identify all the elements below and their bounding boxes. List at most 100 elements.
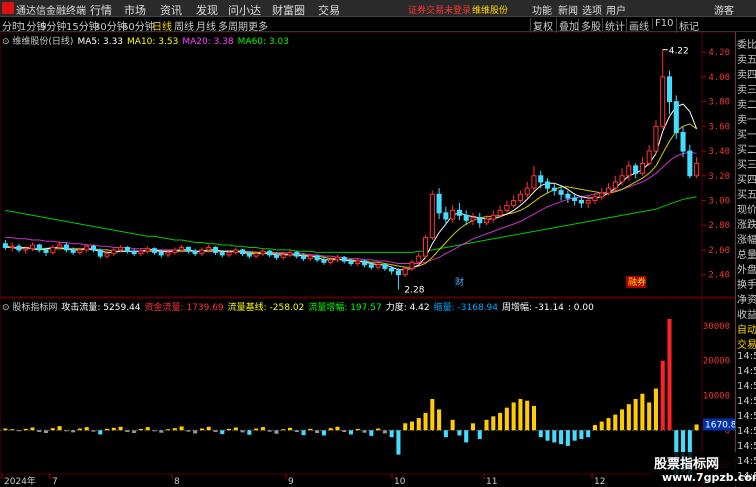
indicator-bar — [118, 426, 123, 431]
toolbar-button[interactable]: F10 — [652, 18, 673, 29]
current-stock-name[interactable]: 维维股份 — [472, 3, 508, 16]
indicator-bar — [531, 405, 537, 431]
indicator-bar — [159, 430, 164, 433]
period-tab[interactable]: 分时 — [2, 18, 22, 33]
right-menu-item[interactable]: 选项 — [582, 2, 602, 17]
candle-body — [599, 192, 605, 198]
menu-item[interactable]: 资讯 — [160, 2, 182, 18]
period-tab[interactable]: 周线 — [174, 18, 194, 33]
candle-body — [456, 209, 462, 216]
indicator-bar — [626, 404, 631, 431]
orderbook-label: 买二 — [737, 145, 756, 156]
candle-body — [287, 251, 293, 256]
period-tab[interactable]: 月线 — [196, 18, 216, 33]
indicator-bar — [369, 430, 374, 436]
candle-body — [321, 259, 327, 263]
price-axis-label: 2.60 — [708, 246, 730, 256]
indicator-bar — [606, 418, 611, 431]
date-axis-label: 11 — [486, 477, 497, 487]
orderbook-label: 14:50 — [737, 396, 756, 407]
menu-item[interactable]: 市场 — [124, 2, 146, 18]
candle-body — [490, 214, 496, 220]
candle-body — [111, 249, 117, 255]
kline-chart[interactable]: 4.20 4.00 3.80 3.60 3.40 3.20 3.00 2.80 2.60 2.40… — [0, 32, 735, 487]
period-tab[interactable]: 多周期 — [218, 18, 248, 33]
candle-body — [348, 260, 354, 265]
orderbook-label: 卖三 — [737, 85, 756, 96]
toolbar-button[interactable]: 叠加 — [556, 18, 579, 33]
candle-body — [402, 267, 408, 276]
candle-body — [253, 253, 259, 257]
candle-body — [565, 193, 571, 199]
menu-item[interactable]: 财富圈 — [272, 2, 305, 18]
candle-body — [517, 193, 523, 201]
period-tab[interactable]: 日线 — [152, 18, 172, 33]
indicator-bar — [586, 430, 591, 438]
candle-body — [653, 125, 659, 152]
candle-body — [131, 250, 137, 255]
candle-body — [544, 181, 551, 189]
indicator-bar — [321, 430, 326, 436]
period-tab[interactable]: 5分钟 — [40, 18, 66, 33]
toolbar-button[interactable]: 标记 — [676, 18, 699, 33]
menu-item[interactable]: 发现 — [196, 2, 218, 18]
price-axis-label: 4.00 — [708, 73, 730, 83]
indicator-bar — [274, 430, 279, 434]
period-toolbar: 分时 1分钟 5分钟 15分钟 30分钟 60分钟 日线 周线 月线 多周期 更多 复权 叠加 多股 统计… — [0, 17, 756, 33]
indicator-bar — [376, 428, 381, 431]
right-menu-item[interactable]: 游客 — [714, 2, 734, 17]
candle-body — [185, 246, 191, 252]
menubar: 通达信金融终端 行情 市场 资讯 发现 问小达 财富圈 交易 证券交易未登录 维维股份 功能… — [0, 0, 756, 17]
candle-body — [334, 256, 340, 261]
indicator-bar — [186, 430, 191, 432]
orderbook-label: 卖四 — [737, 70, 756, 81]
menu-item[interactable]: 行情 — [90, 2, 112, 18]
candle-body — [660, 76, 666, 127]
toolbar-button[interactable]: 复权 — [530, 18, 553, 33]
indicator-bar — [172, 428, 177, 431]
orderbook-label: 涨幅 — [737, 235, 756, 246]
indicator-bar — [382, 430, 387, 434]
candle-body — [124, 246, 130, 252]
candle-body — [368, 264, 374, 268]
ma20-line — [5, 151, 697, 264]
indicator-bar — [660, 360, 665, 431]
right-menu-item[interactable]: 用户 — [606, 2, 626, 17]
candle-body — [206, 246, 212, 251]
candle-body — [118, 246, 124, 251]
candle-body — [219, 251, 225, 256]
indicator-bar — [579, 430, 584, 439]
toolbar-button[interactable]: 多股 — [578, 18, 601, 33]
right-menu-item[interactable]: 功能 — [532, 2, 552, 17]
candle-body — [592, 196, 598, 201]
candle-body — [416, 255, 422, 263]
indicator-bar — [165, 429, 171, 431]
period-tab[interactable]: 60分钟 — [122, 18, 155, 33]
indicator-bar — [409, 421, 415, 431]
toolbar-button[interactable]: 统计 — [602, 18, 625, 33]
period-tab[interactable]: 更多 — [248, 18, 268, 33]
orderbook-label: 卖一 — [737, 115, 756, 126]
indicator-bar — [559, 430, 564, 445]
candle-body — [504, 204, 510, 211]
indicator-bar — [565, 430, 570, 446]
candle-body — [687, 150, 693, 177]
menu-item[interactable]: 问小达 — [228, 2, 261, 18]
indicator-bar — [213, 430, 218, 432]
indicator-bar — [193, 430, 198, 434]
candle-body — [463, 214, 469, 221]
indicator-bar — [260, 427, 265, 431]
orderbook-label: 买一 — [737, 130, 756, 141]
candle-body — [558, 190, 564, 195]
candle-body — [145, 248, 151, 252]
ma10-line — [5, 123, 697, 268]
candle-body — [680, 132, 686, 152]
right-menu-item[interactable]: 新闻 — [558, 2, 578, 17]
candle-body — [314, 255, 320, 261]
menu-item[interactable]: 交易 — [318, 2, 340, 18]
toolbar-button[interactable]: 画线 — [626, 18, 649, 33]
finance-marker: 财 — [455, 276, 464, 288]
candle-body — [328, 259, 334, 263]
trade-login-status[interactable]: 证券交易未登录 — [408, 3, 471, 16]
indicator-bar — [287, 427, 293, 431]
